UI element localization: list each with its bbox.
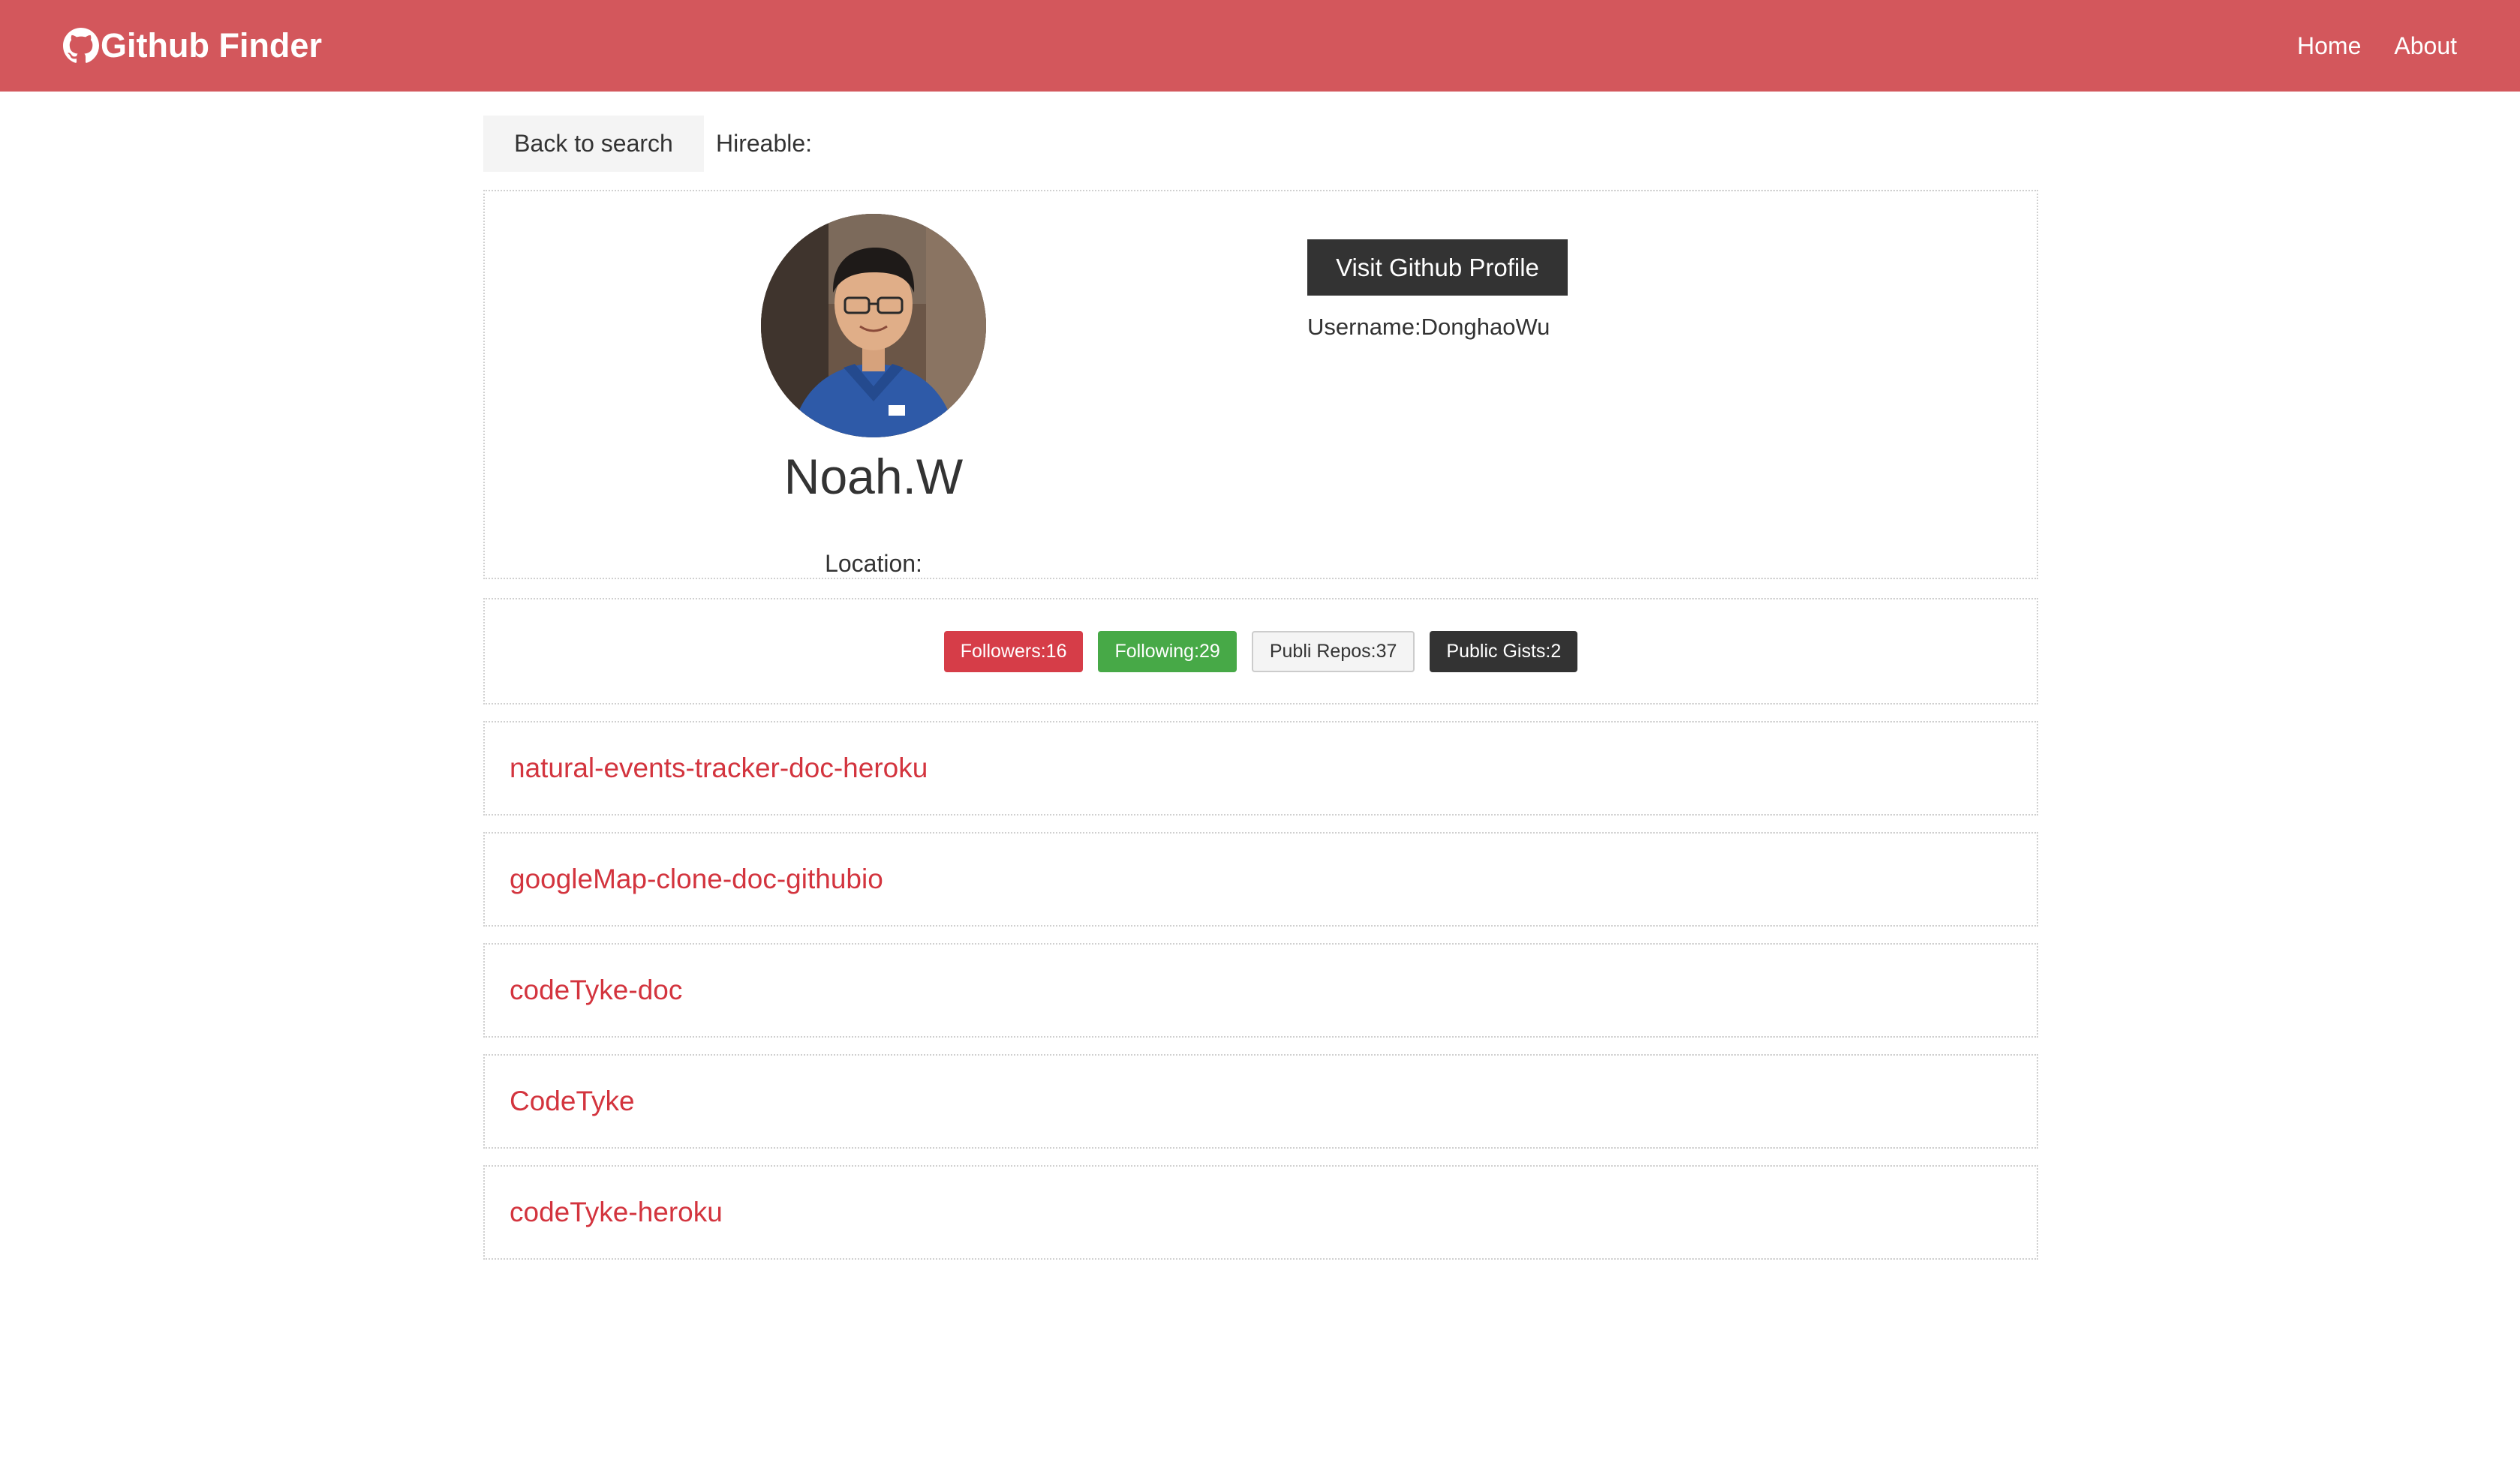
repo-link[interactable]: codeTyke-doc (510, 975, 682, 1006)
github-icon (63, 28, 99, 64)
repo-item: natural-events-tracker-doc-heroku (483, 721, 2038, 816)
brand-title: Github Finder (101, 26, 322, 65)
avatar (761, 214, 986, 437)
profile-details: Visit Github Profile Username:DonghaoWu (1262, 191, 1568, 578)
back-to-search-button[interactable]: Back to search (483, 116, 704, 172)
repo-link[interactable]: codeTyke-heroku (510, 1197, 723, 1228)
hireable-label: Hireable: (716, 130, 813, 157)
repo-item: CodeTyke (483, 1054, 2038, 1149)
following-badge: Following:29 (1098, 630, 1237, 672)
profile-name: Noah.W (783, 448, 964, 504)
followers-badge: Followers:16 (943, 630, 1084, 672)
visit-github-profile-button[interactable]: Visit Github Profile (1307, 239, 1568, 296)
top-row: Back to search Hireable: (483, 116, 2038, 172)
nav-home-link[interactable]: Home (2297, 32, 2361, 60)
profile-summary: Noah.W Location: (485, 191, 1262, 578)
repo-link[interactable]: natural-events-tracker-doc-heroku (510, 753, 928, 784)
username-text: Username:DonghaoWu (1307, 314, 1550, 340)
location-label: Location: (825, 550, 922, 577)
main-content: Back to search Hireable: Noah.W Location… (483, 116, 2038, 1260)
nav-links: Home About (2264, 32, 2457, 60)
navbar: Github Finder Home About (0, 0, 2520, 92)
brand-link[interactable]: Github Finder (63, 0, 322, 92)
public-gists-badge: Public Gists:2 (1430, 630, 1578, 672)
repo-link[interactable]: googleMap-clone-doc-githubio (510, 864, 883, 895)
stats-card: Followers:16 Following:29 Publi Repos:37… (483, 598, 2038, 704)
repo-item: googleMap-clone-doc-githubio (483, 832, 2038, 927)
repo-item: codeTyke-heroku (483, 1165, 2038, 1260)
repo-item: codeTyke-doc (483, 943, 2038, 1038)
nav-about-link[interactable]: About (2394, 32, 2457, 60)
repo-link[interactable]: CodeTyke (510, 1086, 635, 1117)
public-repos-badge: Publi Repos:37 (1251, 630, 1415, 672)
profile-card: Noah.W Location: Visit Github Profile Us… (483, 190, 2038, 579)
